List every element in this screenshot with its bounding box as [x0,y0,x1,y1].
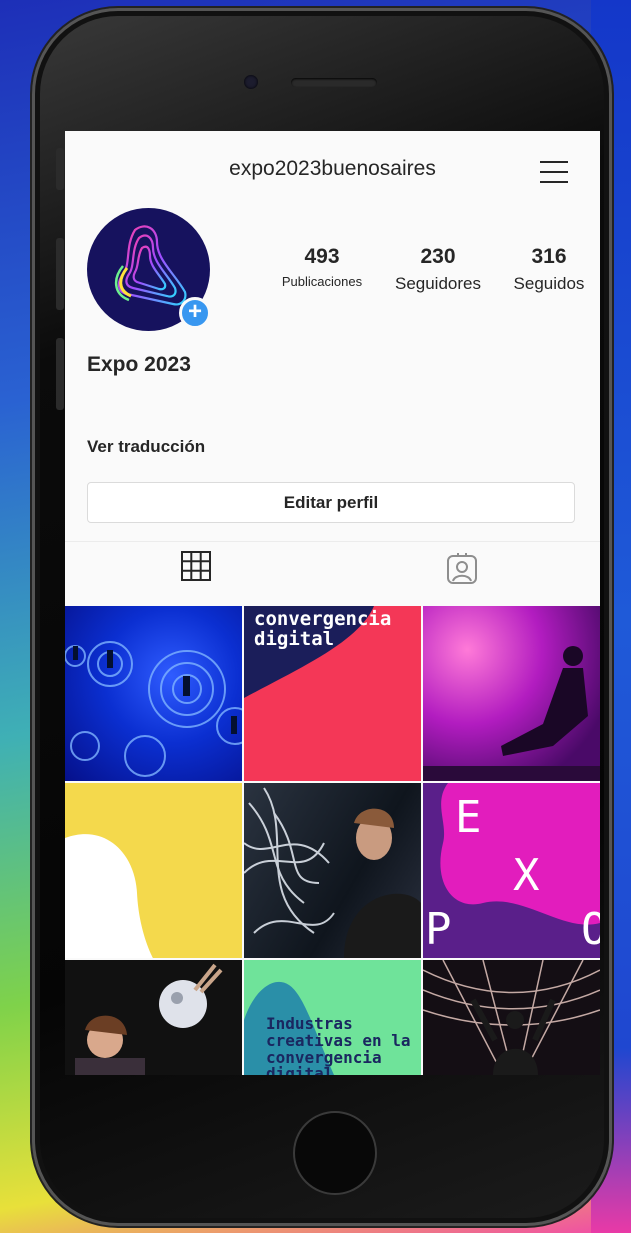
post-tile[interactable]: Industras creativas en la convergencia d… [244,960,421,1075]
posts-grid: convergencia digital E X P O Industras c… [65,606,600,1075]
followers-label: Seguidores [394,274,481,293]
post-image-light-tunnel [423,960,600,1075]
post-letter-x: X [513,850,540,901]
mute-switch [56,148,64,190]
profile-tabs [65,541,600,603]
stat-followers[interactable]: 230 Seguidores [383,245,493,294]
post-tile[interactable]: E X P O [423,783,600,958]
post-graphic-shape [65,834,153,958]
tagged-person-icon[interactable] [445,552,479,586]
post-image-portrait [244,787,421,958]
post-tile[interactable] [65,783,242,958]
see-translation-link[interactable]: Ver traducción [87,437,205,457]
post-letter-o: O [581,904,600,955]
app-screen: expo2023buenosaires + 493 Publicaciones … [65,131,600,1075]
stat-posts[interactable]: 493 Publicaciones [265,245,379,289]
username-title: expo2023buenosaires [229,157,436,180]
post-image-silhouette [423,646,600,781]
posts-count: 493 [304,245,340,268]
hamburger-menu-icon[interactable] [540,161,568,183]
phone-frame: expo2023buenosaires + 493 Publicaciones … [32,8,612,1226]
volume-down-button [56,338,64,410]
profile-header: expo2023buenosaires [65,131,600,201]
stat-following[interactable]: 316 Seguidos [505,245,593,294]
earpiece-speaker [291,78,377,87]
post-image-water-ripples [65,641,242,777]
home-button[interactable] [293,1111,377,1195]
post-tile[interactable]: convergencia digital [244,606,421,781]
post-tile[interactable] [65,960,242,1075]
following-count: 316 [531,245,567,268]
posts-label: Publicaciones [281,274,363,289]
post-letter-p: P [425,904,452,955]
following-label: Seguidos [513,274,585,293]
edit-profile-button[interactable]: Editar perfil [87,482,575,523]
front-camera [244,75,258,89]
post-caption-text: convergencia digital [254,608,392,650]
post-tile[interactable] [65,606,242,781]
post-caption-text: Industras creativas en la convergencia d… [266,1014,411,1075]
post-image-child-with-ball [75,963,223,1075]
profile-avatar[interactable]: + [87,208,213,334]
post-tile[interactable] [244,783,421,958]
grid-icon[interactable] [179,549,213,583]
post-tile[interactable] [423,960,600,1075]
profile-display-name: Expo 2023 [87,353,191,376]
post-letter-e: E [455,792,482,843]
volume-up-button [56,238,64,310]
post-tile[interactable] [423,606,600,781]
add-story-plus-icon[interactable]: + [179,297,211,329]
followers-count: 230 [420,245,456,268]
